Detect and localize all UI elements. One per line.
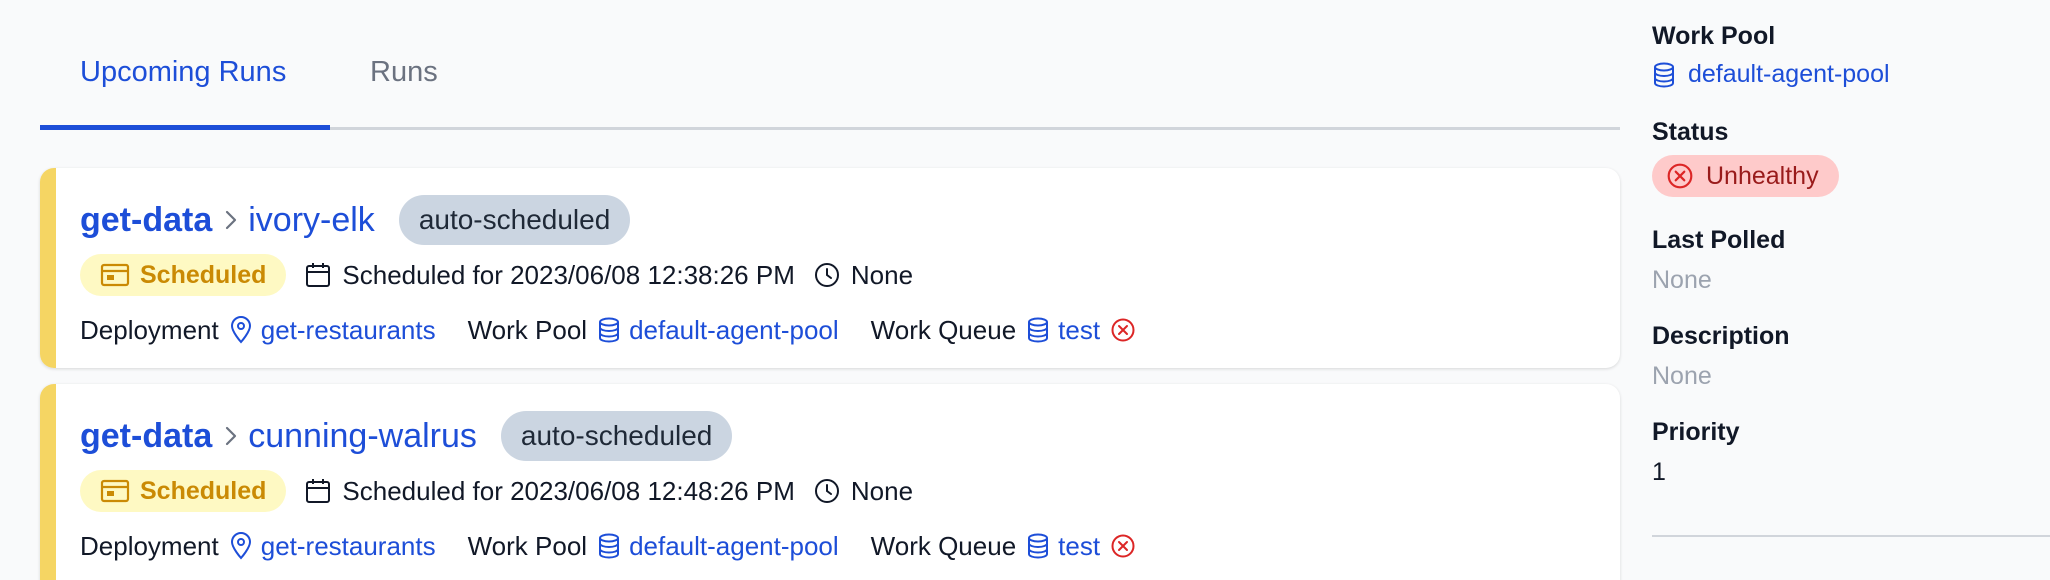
description-heading: Description [1652, 322, 1790, 350]
work-queue-label: Work Queue [870, 314, 1017, 345]
database-icon [599, 317, 620, 343]
x-circle-icon [1111, 534, 1135, 558]
flow-run-breadcrumb: get-data cunning-walrus auto-scheduled [80, 410, 733, 462]
clock-icon [814, 479, 839, 503]
database-icon [599, 533, 620, 559]
work-queue-link[interactable]: test [1058, 315, 1100, 346]
x-circle-icon [1667, 163, 1693, 189]
tab-runs[interactable]: Runs [370, 52, 438, 92]
scheduled-time: Scheduled for 2023/06/08 12:38:26 PM [304, 259, 795, 291]
status-text: Unhealthy [1706, 161, 1819, 190]
chevron-right-icon [226, 426, 237, 446]
run-relations-row: Deployment get-restaurants Work Pool def… [80, 310, 1168, 350]
deployment-label: Deployment [80, 530, 219, 561]
last-polled-heading: Last Polled [1652, 226, 1786, 254]
duration-text: None [850, 259, 914, 290]
deployment-label: Deployment [80, 314, 219, 345]
x-circle-icon [1111, 318, 1135, 342]
tabs-bar: Upcoming Runs Runs [40, 0, 1620, 130]
state-badge: Scheduled [80, 254, 287, 296]
active-tab-indicator [40, 125, 330, 130]
work-pool-label: Work Pool [467, 530, 588, 561]
work-pool-relation: Work Pool default-agent-pool [468, 531, 839, 562]
priority-heading: Priority [1652, 418, 1740, 446]
work-pool-link[interactable]: default-agent-pool [629, 315, 839, 346]
map-pin-icon [230, 532, 251, 560]
priority-value: 1 [1652, 458, 1666, 486]
work-pool-link[interactable]: default-agent-pool [629, 531, 839, 562]
duration-text: None [850, 475, 914, 506]
flow-run-card: get-data ivory-elk auto-scheduled Schedu… [40, 168, 1620, 368]
sidebar-divider [1652, 535, 2050, 537]
map-pin-icon [230, 316, 251, 344]
work-queue-details-panel: Work Pool default-agent-pool Status Unhe… [1652, 0, 2050, 580]
run-meta-row: Scheduled Scheduled for 2023/06/08 12:38… [80, 254, 913, 296]
calendar-card-icon [100, 479, 130, 503]
work-queue-relation: Work Queue test [871, 531, 1136, 562]
work-queue-link[interactable]: test [1058, 531, 1100, 562]
calendar-card-icon [100, 263, 130, 287]
state-color-bar [40, 384, 56, 580]
sidebar-work-pool-link[interactable]: default-agent-pool [1652, 60, 1890, 89]
run-duration: None [813, 476, 913, 507]
chevron-right-icon [226, 210, 237, 230]
state-badge: Scheduled [80, 470, 287, 512]
work-queue-relation: Work Queue test [871, 315, 1136, 346]
status-badge: Unhealthy [1652, 155, 1839, 197]
deployment-link[interactable]: get-restaurants [261, 315, 436, 346]
database-icon [1028, 317, 1049, 343]
flow-name-link[interactable]: get-data [80, 201, 212, 240]
run-duration: None [813, 260, 913, 291]
work-pool-heading: Work Pool [1652, 22, 1776, 50]
clock-icon [814, 263, 839, 287]
work-pool-relation: Work Pool default-agent-pool [468, 315, 839, 346]
database-icon [1654, 62, 1674, 88]
flow-run-name-link[interactable]: ivory-elk [248, 201, 375, 240]
run-meta-row: Scheduled Scheduled for 2023/06/08 12:48… [80, 470, 913, 512]
sidebar-work-pool-name: default-agent-pool [1688, 60, 1890, 88]
status-heading: Status [1652, 118, 1729, 146]
scheduled-time: Scheduled for 2023/06/08 12:48:26 PM [304, 475, 795, 507]
auto-scheduled-tag: auto-scheduled [500, 411, 733, 461]
auto-scheduled-tag: auto-scheduled [398, 195, 631, 245]
state-label: Scheduled [140, 476, 267, 505]
state-label: Scheduled [140, 260, 267, 289]
deployment-relation: Deployment get-restaurants [80, 315, 436, 346]
deployment-relation: Deployment get-restaurants [80, 531, 436, 562]
deployment-link[interactable]: get-restaurants [261, 531, 436, 562]
work-queue-label: Work Queue [870, 530, 1017, 561]
calendar-icon [306, 263, 331, 287]
scheduled-text: Scheduled for 2023/06/08 12:48:26 PM [342, 475, 795, 506]
flow-name-link[interactable]: get-data [80, 417, 212, 456]
state-color-bar [40, 168, 56, 368]
flow-run-name-link[interactable]: cunning-walrus [248, 417, 477, 456]
run-relations-row: Deployment get-restaurants Work Pool def… [80, 526, 1168, 566]
tab-upcoming-runs[interactable]: Upcoming Runs [80, 52, 286, 92]
description-value: None [1652, 362, 1712, 390]
flow-run-breadcrumb: get-data ivory-elk auto-scheduled [80, 194, 631, 246]
last-polled-value: None [1652, 266, 1712, 294]
database-icon [1028, 533, 1049, 559]
scheduled-text: Scheduled for 2023/06/08 12:38:26 PM [342, 259, 795, 290]
calendar-icon [306, 479, 331, 503]
work-pool-label: Work Pool [467, 314, 588, 345]
flow-run-card: get-data cunning-walrus auto-scheduled S… [40, 384, 1620, 580]
